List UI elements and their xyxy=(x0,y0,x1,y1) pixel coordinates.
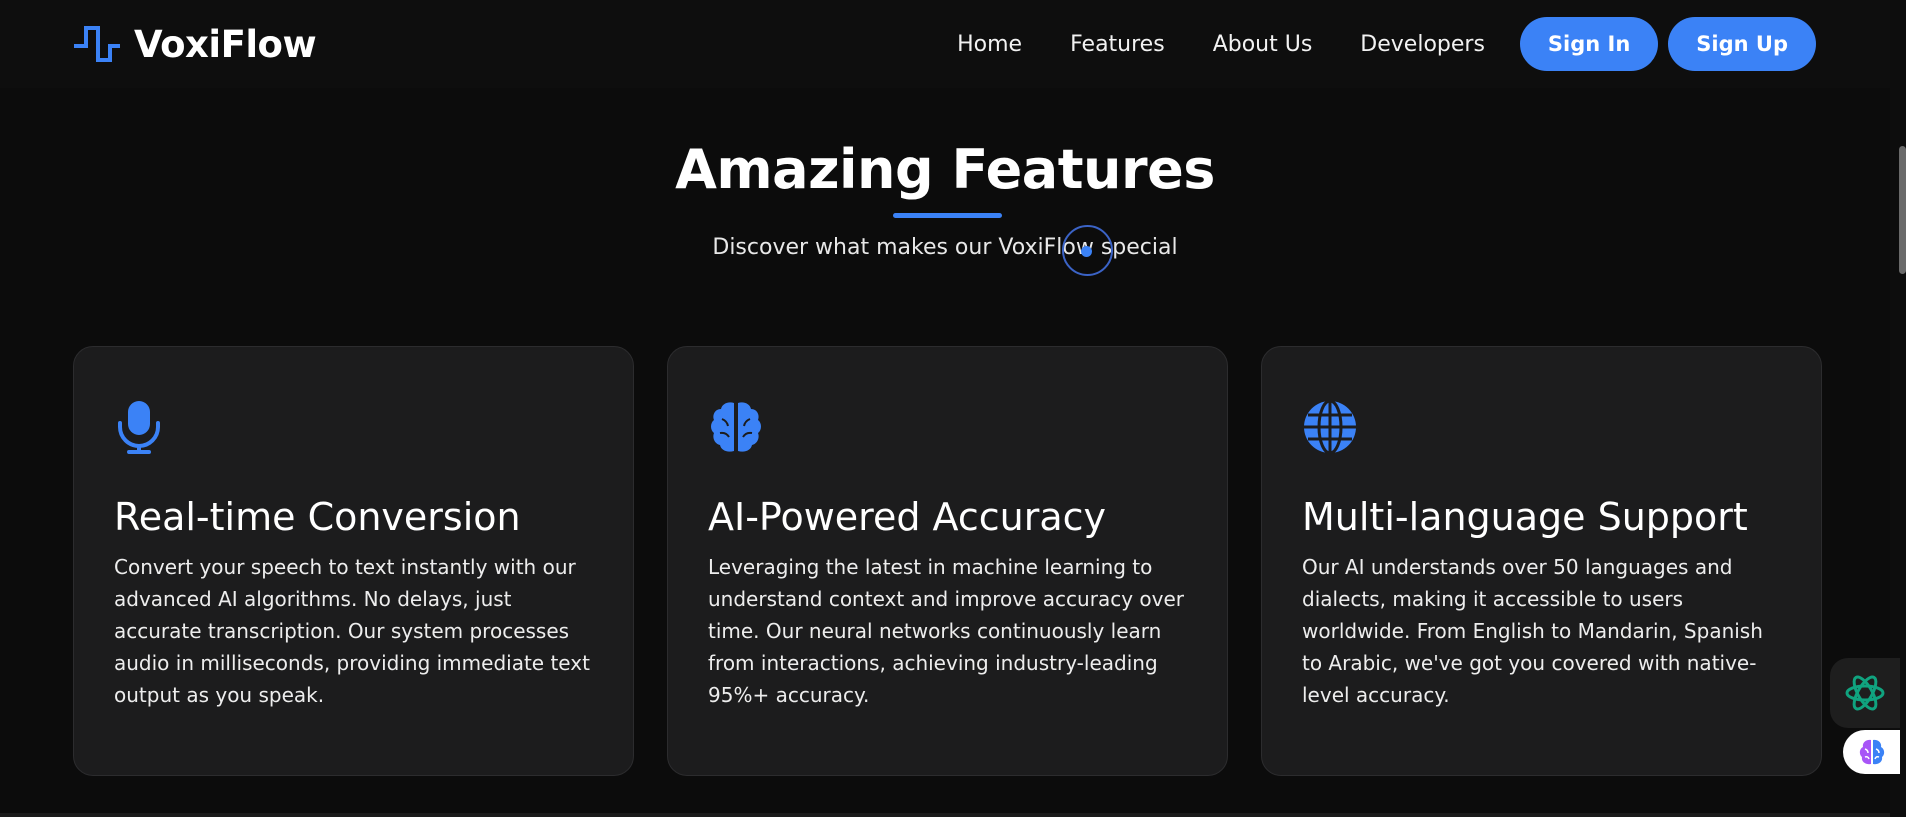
site-header: VoxiFlow Home Features About Us Develope… xyxy=(0,0,1890,88)
globe-icon xyxy=(1302,399,1358,455)
section-subtitle: Discover what makes our VoxiFlow special xyxy=(712,235,1178,260)
card-text: Convert your speech to text instantly wi… xyxy=(114,555,590,707)
brand-name: VoxiFlow xyxy=(134,22,317,66)
page: VoxiFlow Home Features About Us Develope… xyxy=(0,0,1906,817)
scrollbar-thumb[interactable] xyxy=(1899,146,1906,274)
card-title: Multi-language Support xyxy=(1302,495,1748,539)
card-text: Leveraging the latest in machine learnin… xyxy=(708,555,1184,707)
main-nav: Home Features About Us Developers Sign I… xyxy=(957,17,1816,71)
nav-about-us[interactable]: About Us xyxy=(1213,32,1313,57)
nav-features[interactable]: Features xyxy=(1070,32,1165,57)
card-title: Real-time Conversion xyxy=(114,495,521,539)
feature-card-accuracy[interactable]: AI-Powered Accuracy Leveraging the lates… xyxy=(667,346,1228,776)
waveform-logo-icon xyxy=(74,26,120,62)
cursor-dot xyxy=(1081,246,1092,257)
brain-extension-icon xyxy=(1859,739,1884,765)
microphone-icon xyxy=(114,399,170,455)
feature-card-realtime[interactable]: Real-time Conversion Convert your speech… xyxy=(73,346,634,776)
brand[interactable]: VoxiFlow xyxy=(72,22,317,66)
title-underline xyxy=(893,213,1002,218)
brain-icon xyxy=(708,399,764,455)
card-title: AI-Powered Accuracy xyxy=(708,495,1107,539)
nav-home[interactable]: Home xyxy=(957,32,1022,57)
openai-knot-icon xyxy=(1845,675,1885,711)
next-section-edge xyxy=(0,813,1890,817)
nav-developers[interactable]: Developers xyxy=(1360,32,1485,57)
feature-card-multilanguage[interactable]: Multi-language Support Our AI understand… xyxy=(1261,346,1822,776)
sign-up-button[interactable]: Sign Up xyxy=(1668,17,1816,71)
sign-in-button[interactable]: Sign In xyxy=(1519,17,1659,71)
brain-extension-widget[interactable] xyxy=(1843,730,1900,774)
card-text: Our AI understands over 50 languages and… xyxy=(1302,555,1763,707)
ai-assistant-widget[interactable] xyxy=(1830,658,1900,728)
section-title: Amazing Features xyxy=(675,138,1215,201)
